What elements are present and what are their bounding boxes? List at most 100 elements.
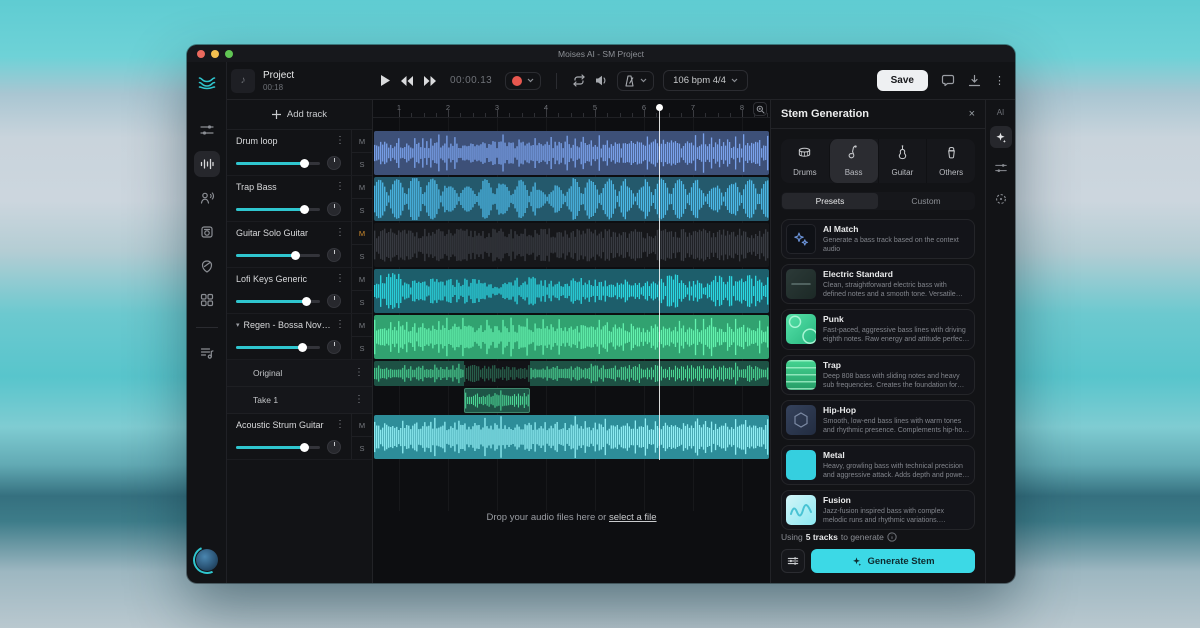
- user-avatar[interactable]: [196, 549, 218, 571]
- track-row[interactable]: ▾ Trap Bass ⋮ M S: [227, 176, 372, 222]
- preset-card-hiphop[interactable]: Hip-Hop Smooth, low-end bass lines with …: [781, 400, 975, 440]
- pan-knob[interactable]: [327, 340, 341, 354]
- segment-presets[interactable]: Presets: [782, 193, 878, 209]
- preset-card-aimatch[interactable]: AI Match Generate a bass track based on …: [781, 219, 975, 259]
- sidebar-amp-button[interactable]: [194, 219, 220, 245]
- track-row[interactable]: ▾ Acoustic Strum Guitar ⋮ M S: [227, 414, 372, 460]
- pan-knob[interactable]: [327, 294, 341, 308]
- volume-slider[interactable]: [236, 342, 320, 352]
- track-row[interactable]: ▾ Drum loop ⋮ M S: [227, 130, 372, 176]
- rail-splitter-button[interactable]: [990, 157, 1012, 179]
- bpm-control[interactable]: 106 bpm 4/4: [663, 70, 748, 91]
- sidebar-lyrics-button[interactable]: [194, 340, 220, 366]
- more-options-button[interactable]: ⋮: [994, 74, 1005, 87]
- audio-clip[interactable]: [464, 388, 530, 413]
- timeline-ruler[interactable]: 12345678: [373, 100, 770, 118]
- track-row[interactable]: ▾ Guitar Solo Guitar ⋮ M S: [227, 222, 372, 268]
- take-row[interactable]: Take 1 ⋮: [227, 387, 372, 414]
- audio-clip[interactable]: [374, 315, 769, 359]
- audio-clip[interactable]: [374, 223, 769, 267]
- track-row[interactable]: ▾ Regen - Bossa Nova Drums ⋮ M S: [227, 314, 372, 360]
- audio-clip[interactable]: [374, 177, 769, 221]
- close-window-button[interactable]: [197, 50, 205, 58]
- zoom-window-button[interactable]: [225, 50, 233, 58]
- tab-others[interactable]: Others: [926, 139, 975, 183]
- track-menu-button[interactable]: ⋮: [335, 320, 345, 330]
- playhead[interactable]: [659, 111, 660, 460]
- solo-button[interactable]: S: [352, 437, 372, 459]
- solo-button[interactable]: S: [352, 153, 372, 175]
- sidebar-apps-button[interactable]: [194, 287, 220, 313]
- timeline[interactable]: 12345678 Drop your audio files here or s…: [373, 100, 770, 583]
- sidebar-voice-button[interactable]: [194, 185, 220, 211]
- mute-button[interactable]: M: [352, 314, 372, 337]
- preset-card-metal[interactable]: Metal Heavy, growling bass with technica…: [781, 445, 975, 485]
- audio-clip[interactable]: [374, 361, 769, 386]
- volume-slider[interactable]: [236, 158, 320, 168]
- comments-button[interactable]: [941, 74, 955, 87]
- take-menu-button[interactable]: ⋮: [354, 395, 364, 405]
- minimize-window-button[interactable]: [211, 50, 219, 58]
- segment-custom[interactable]: Custom: [878, 193, 974, 209]
- volume-slider[interactable]: [236, 250, 320, 260]
- solo-button[interactable]: S: [352, 337, 372, 359]
- pan-knob[interactable]: [327, 440, 341, 454]
- volume-slider[interactable]: [236, 296, 320, 306]
- pan-knob[interactable]: [327, 248, 341, 262]
- download-button[interactable]: [968, 74, 981, 87]
- take-row[interactable]: Original ⋮: [227, 360, 372, 387]
- pan-knob[interactable]: [327, 156, 341, 170]
- generate-stem-button[interactable]: Generate Stem: [811, 549, 975, 573]
- pan-knob[interactable]: [327, 202, 341, 216]
- fast-forward-button[interactable]: [423, 76, 437, 86]
- preset-card-fusion[interactable]: Fusion Jazz-fusion inspired bass with co…: [781, 490, 975, 530]
- metronome-control[interactable]: [617, 71, 654, 91]
- info-icon[interactable]: [887, 532, 897, 542]
- project-info[interactable]: ♪ Project 00:18: [231, 69, 379, 93]
- volume-button[interactable]: [595, 75, 608, 86]
- mute-button[interactable]: M: [352, 222, 372, 245]
- volume-slider[interactable]: [236, 204, 320, 214]
- track-menu-button[interactable]: ⋮: [335, 182, 345, 192]
- tab-guitar[interactable]: Guitar: [878, 139, 927, 183]
- audio-clip[interactable]: [374, 131, 769, 175]
- solo-button[interactable]: S: [352, 291, 372, 313]
- sidebar-splitter-button[interactable]: [194, 117, 220, 143]
- mute-button[interactable]: M: [352, 176, 372, 199]
- audio-clip[interactable]: [374, 269, 769, 313]
- preset-card-electric[interactable]: Electric Standard Clean, straightforward…: [781, 264, 975, 304]
- solo-button[interactable]: S: [352, 245, 372, 267]
- mute-button[interactable]: M: [352, 414, 372, 437]
- sidebar-pick-button[interactable]: [194, 253, 220, 279]
- track-menu-button[interactable]: ⋮: [335, 274, 345, 284]
- volume-slider[interactable]: [236, 442, 320, 452]
- preset-card-trap[interactable]: Trap Deep 808 bass with sliding notes an…: [781, 355, 975, 395]
- take-menu-button[interactable]: ⋮: [354, 368, 364, 378]
- rail-regroove-button[interactable]: [990, 188, 1012, 210]
- save-button[interactable]: Save: [877, 70, 928, 91]
- expand-caret-icon[interactable]: ▾: [236, 321, 240, 329]
- file-dropzone[interactable]: Drop your audio files here or select a f…: [373, 512, 770, 523]
- tab-drums[interactable]: Drums: [781, 139, 829, 183]
- add-track-button[interactable]: Add track: [227, 100, 372, 130]
- record-control[interactable]: [505, 72, 541, 90]
- loop-button[interactable]: [572, 74, 586, 87]
- preset-card-punk[interactable]: Punk Fast-paced, aggressive bass lines w…: [781, 309, 975, 349]
- track-menu-button[interactable]: ⋮: [335, 228, 345, 238]
- select-file-link[interactable]: select a file: [609, 512, 657, 523]
- clip-cut-region[interactable]: [464, 361, 530, 386]
- track-menu-button[interactable]: ⋮: [335, 420, 345, 430]
- mute-button[interactable]: M: [352, 130, 372, 153]
- rewind-button[interactable]: [400, 76, 414, 86]
- track-row[interactable]: ▾ Lofi Keys Generic ⋮ M S: [227, 268, 372, 314]
- mute-button[interactable]: M: [352, 268, 372, 291]
- track-menu-button[interactable]: ⋮: [335, 136, 345, 146]
- solo-button[interactable]: S: [352, 199, 372, 221]
- audio-clip[interactable]: [374, 415, 769, 459]
- play-button[interactable]: [379, 74, 391, 87]
- traffic-lights[interactable]: [197, 50, 233, 58]
- generation-settings-button[interactable]: [781, 549, 805, 573]
- sidebar-studio-button[interactable]: [194, 151, 220, 177]
- rail-stem-generation-button[interactable]: [990, 126, 1012, 148]
- close-panel-button[interactable]: ×: [969, 108, 975, 120]
